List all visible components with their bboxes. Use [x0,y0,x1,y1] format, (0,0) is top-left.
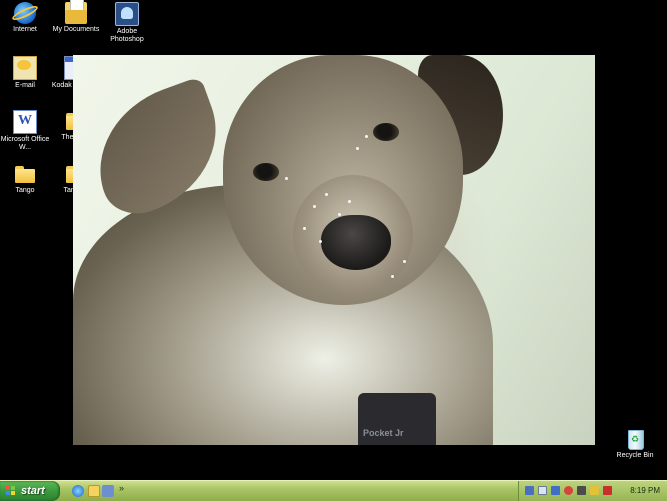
email-icon [13,56,37,80]
internet-explorer-icon[interactable] [72,485,84,497]
my-documents-icon [65,0,87,24]
desktop-icon-label: Adobe Photoshop [110,28,144,43]
desktop-icon-label: Microsoft Office W... [0,136,50,151]
desktop-icon-adobe-photoshop[interactable]: Adobe Photoshop [102,2,152,44]
collar-text: Pocket Jr [363,428,404,438]
desktop-icon-internet[interactable]: Internet [0,2,50,34]
start-label: start [21,485,45,497]
desktop-icon-label: Tango [15,187,35,194]
wallpaper-photo: Pocket Jr [73,55,595,445]
desktop-icon-email[interactable]: E-mail [0,56,50,90]
dog-eye [253,163,279,181]
security-icon[interactable] [564,486,573,495]
desktop-icon-tango[interactable]: Tango [0,163,50,195]
antivirus-icon[interactable] [603,486,612,495]
start-button[interactable]: start [0,481,60,501]
desktop: Internet E-mail Microsoft Office W... Ta… [0,0,667,480]
taskbar: start » 8:19 PM [0,480,667,501]
show-desktop-icon[interactable] [102,485,114,497]
desktop-icon-label: E-mail [15,82,35,89]
battery-icon[interactable] [590,486,599,495]
desktop-icon-recycle-bin[interactable]: Recycle Bin [610,428,660,460]
desktop-icon-microsoft-word[interactable]: Microsoft Office W... [0,110,50,152]
word-icon [13,110,37,134]
taskbar-clock[interactable]: 8:19 PM [630,481,660,501]
dog-eye [373,123,399,141]
outlook-icon[interactable] [88,485,100,497]
help-icon[interactable] [551,486,560,495]
photoshop-icon [115,2,139,26]
desktop-icon-label: Recycle Bin [616,452,654,459]
desktop-icon-my-documents[interactable]: My Documents [51,0,101,34]
volume-icon[interactable] [577,486,586,495]
dog-nose [321,215,391,270]
recycle-bin-icon [624,428,646,450]
internet-explorer-icon [14,2,36,24]
desktop-icon-label: My Documents [52,26,100,33]
monitor-icon[interactable] [538,486,547,495]
system-tray: 8:19 PM [518,481,667,501]
quick-launch-overflow-chevron[interactable]: » [119,483,124,493]
windows-logo-icon [6,486,16,496]
network-icon[interactable] [525,486,534,495]
folder-icon [14,163,36,185]
desktop-icon-label: Internet [13,26,37,33]
